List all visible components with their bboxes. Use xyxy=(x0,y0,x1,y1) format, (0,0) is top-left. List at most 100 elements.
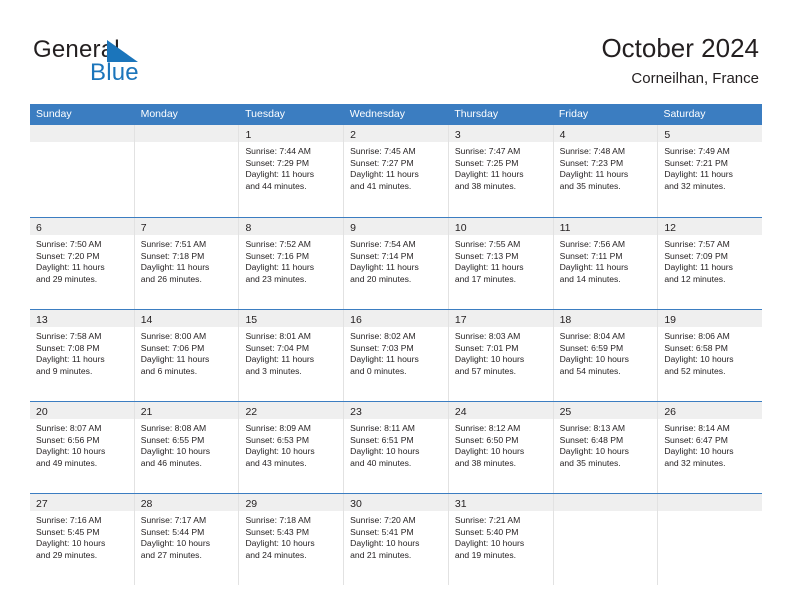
day-sun-info: Sunrise: 7:50 AM Sunset: 7:20 PM Daylight:… xyxy=(30,235,134,285)
weekday-header-saturday: Saturday xyxy=(663,108,706,120)
day-cell[interactable]: 3 Sunrise: 7:47 AM Sunset: 7:25 PM Daylight… xyxy=(447,125,553,217)
day-number: 3 xyxy=(454,129,461,141)
daylight-text-line1: Daylight: 10 hours xyxy=(664,354,734,365)
title-block: October 2024 Corneilhan, France xyxy=(601,32,759,90)
day-number-band: 22 xyxy=(239,402,344,419)
sunrise-text: Sunrise: 7:49 AM xyxy=(664,146,730,156)
day-sun-info: Sunrise: 7:18 AM Sunset: 5:43 PM Daylight:… xyxy=(239,511,343,561)
sunset-text: Sunset: 7:14 PM xyxy=(350,250,414,261)
day-number: 22 xyxy=(245,406,258,418)
day-cell[interactable]: 7 Sunrise: 7:51 AM Sunset: 7:18 PM Daylight… xyxy=(133,218,239,309)
day-number-band: 18 xyxy=(553,310,658,327)
sunrise-text: Sunrise: 8:12 AM xyxy=(454,423,521,433)
day-cell[interactable]: 11 Sunrise: 7:56 AM Sunset: 7:11 PM Dayligh… xyxy=(552,218,658,309)
day-number-band: 24 xyxy=(448,402,553,419)
daylight-text-line1: Daylight: 11 hours xyxy=(140,262,210,273)
sunset-text: Sunset: 7:29 PM xyxy=(245,157,309,168)
day-cell[interactable]: 13 Sunrise: 7:58 AM Sunset: 7:08 PM Dayligh… xyxy=(30,310,134,401)
day-cell[interactable]: 31 Sunrise: 7:21 AM Sunset: 5:40 PM Dayligh… xyxy=(447,494,553,585)
day-sun-info: Sunrise: 7:48 AM Sunset: 7:23 PM Daylight:… xyxy=(554,142,658,192)
sunrise-text: Sunrise: 8:14 AM xyxy=(664,423,730,433)
day-sun-info: Sunrise: 7:45 AM Sunset: 7:27 PM Daylight:… xyxy=(344,142,448,192)
day-cell[interactable]: 5 Sunrise: 7:49 AM Sunset: 7:21 PM Daylight… xyxy=(657,125,763,217)
day-number-band: 13 xyxy=(30,310,134,327)
day-number: 17 xyxy=(454,314,467,326)
day-sun-info: Sunrise: 8:07 AM Sunset: 6:56 PM Daylight:… xyxy=(30,419,134,469)
day-cell[interactable]: 27 Sunrise: 7:16 AM Sunset: 5:45 PM Dayligh… xyxy=(30,494,134,585)
day-number-band xyxy=(553,494,658,511)
day-sun-info: Sunrise: 8:08 AM Sunset: 6:55 PM Daylight:… xyxy=(135,419,239,469)
daylight-text-line2: and 23 minutes. xyxy=(245,273,307,284)
day-sun-info: Sunrise: 7:16 AM Sunset: 5:45 PM Daylight:… xyxy=(30,511,134,561)
page-subtitle: Corneilhan, France xyxy=(631,70,759,87)
sunrise-text: Sunrise: 7:16 AM xyxy=(36,515,102,525)
daylight-text-line1: Daylight: 11 hours xyxy=(245,262,315,273)
daylight-text-line1: Daylight: 11 hours xyxy=(559,262,629,273)
day-number-band: 20 xyxy=(30,402,134,419)
day-number-band: 23 xyxy=(344,402,448,419)
sunrise-text: Sunrise: 8:11 AM xyxy=(350,423,415,433)
day-sun-info: Sunrise: 8:02 AM Sunset: 7:03 PM Daylight:… xyxy=(344,327,448,377)
day-cell[interactable]: 29 Sunrise: 7:18 AM Sunset: 5:43 PM Dayligh… xyxy=(238,494,344,585)
sunset-text: Sunset: 6:55 PM xyxy=(140,434,205,445)
daylight-text-line2: and 57 minutes. xyxy=(454,365,517,376)
day-cell[interactable]: 12 Sunrise: 7:57 AM Sunset: 7:09 PM Dayligh… xyxy=(657,218,763,309)
daylight-text-line2: and 32 minutes. xyxy=(664,180,726,191)
day-number-band: 14 xyxy=(134,310,239,327)
daylight-text-line1: Daylight: 11 hours xyxy=(454,169,524,180)
day-cell[interactable]: 26 Sunrise: 8:14 AM Sunset: 6:47 PM Dayligh… xyxy=(657,402,763,493)
day-number-band: 30 xyxy=(344,494,448,511)
day-sun-info: Sunrise: 7:51 AM Sunset: 7:18 PM Daylight:… xyxy=(135,235,239,285)
day-sun-info: Sunrise: 7:54 AM Sunset: 7:14 PM Daylight:… xyxy=(344,235,448,285)
day-cell[interactable]: 14 Sunrise: 8:00 AM Sunset: 7:06 PM Dayligh… xyxy=(133,310,239,401)
day-cell[interactable]: 8 Sunrise: 7:52 AM Sunset: 7:16 PM Daylight… xyxy=(238,218,344,309)
day-cell[interactable]: 24 Sunrise: 8:12 AM Sunset: 6:50 PM Dayligh… xyxy=(447,402,553,493)
day-number-band xyxy=(30,125,134,142)
day-number-band: 26 xyxy=(658,402,763,419)
day-cell[interactable]: 2 Sunrise: 7:45 AM Sunset: 7:27 PM Daylight… xyxy=(343,125,448,217)
day-cell[interactable]: 30 Sunrise: 7:20 AM Sunset: 5:41 PM Dayligh… xyxy=(343,494,448,585)
day-cell[interactable]: 22 Sunrise: 8:09 AM Sunset: 6:53 PM Dayligh… xyxy=(238,402,344,493)
day-number-band: 28 xyxy=(134,494,239,511)
daylight-text-line2: and 29 minutes. xyxy=(36,549,98,560)
daylight-text-line2: and 21 minutes. xyxy=(350,549,412,560)
daylight-text-line2: and 26 minutes. xyxy=(140,273,202,284)
sunset-text: Sunset: 7:20 PM xyxy=(36,250,100,261)
day-cell-empty xyxy=(30,125,134,217)
day-cell[interactable]: 15 Sunrise: 8:01 AM Sunset: 7:04 PM Dayligh… xyxy=(238,310,344,401)
day-sun-info: Sunrise: 8:11 AM Sunset: 6:51 PM Daylight:… xyxy=(344,419,448,469)
day-cell[interactable]: 28 Sunrise: 7:17 AM Sunset: 5:44 PM Dayligh… xyxy=(133,494,239,585)
sunrise-text: Sunrise: 8:13 AM xyxy=(559,423,626,433)
day-cell[interactable]: 23 Sunrise: 8:11 AM Sunset: 6:51 PM Dayligh… xyxy=(343,402,448,493)
day-number-band: 11 xyxy=(553,218,658,235)
sunset-text: Sunset: 7:21 PM xyxy=(664,157,728,168)
day-number: 21 xyxy=(140,406,153,418)
day-cell[interactable]: 9 Sunrise: 7:54 AM Sunset: 7:14 PM Daylight… xyxy=(343,218,448,309)
day-cell[interactable]: 16 Sunrise: 8:02 AM Sunset: 7:03 PM Dayligh… xyxy=(343,310,448,401)
sunset-text: Sunset: 7:04 PM xyxy=(245,342,309,353)
sunset-text: Sunset: 6:47 PM xyxy=(664,434,728,445)
daylight-text-line1: Daylight: 10 hours xyxy=(454,538,525,549)
day-cell[interactable]: 19 Sunrise: 8:06 AM Sunset: 6:58 PM Dayligh… xyxy=(657,310,763,401)
day-cell[interactable]: 25 Sunrise: 8:13 AM Sunset: 6:48 PM Dayligh… xyxy=(552,402,658,493)
sunrise-text: Sunrise: 7:57 AM xyxy=(664,239,730,249)
sunrise-text: Sunrise: 7:44 AM xyxy=(245,146,311,156)
day-cell[interactable]: 1 Sunrise: 7:44 AM Sunset: 7:29 PM Daylight… xyxy=(238,125,344,217)
day-cell[interactable]: 18 Sunrise: 8:04 AM Sunset: 6:59 PM Dayligh… xyxy=(552,310,658,401)
day-cell[interactable]: 6 Sunrise: 7:50 AM Sunset: 7:20 PM Daylight… xyxy=(30,218,134,309)
day-cell[interactable]: 21 Sunrise: 8:08 AM Sunset: 6:55 PM Dayligh… xyxy=(133,402,239,493)
sunrise-text: Sunrise: 8:02 AM xyxy=(350,331,416,341)
day-sun-info: Sunrise: 8:06 AM Sunset: 6:58 PM Daylight:… xyxy=(658,327,762,377)
day-cell[interactable]: 20 Sunrise: 8:07 AM Sunset: 6:56 PM Dayligh… xyxy=(30,402,134,493)
day-cell[interactable]: 17 Sunrise: 8:03 AM Sunset: 7:01 PM Dayligh… xyxy=(447,310,553,401)
sunset-text: Sunset: 7:13 PM xyxy=(454,250,519,261)
day-number-band: 25 xyxy=(553,402,658,419)
weekday-header-wednesday: Wednesday xyxy=(349,108,405,120)
day-number: 25 xyxy=(559,406,572,418)
daylight-text-line2: and 3 minutes. xyxy=(245,365,302,376)
sunset-text: Sunset: 7:09 PM xyxy=(664,250,728,261)
day-cell[interactable]: 4 Sunrise: 7:48 AM Sunset: 7:23 PM Daylight… xyxy=(552,125,658,217)
day-cell[interactable]: 10 Sunrise: 7:55 AM Sunset: 7:13 PM Dayligh… xyxy=(447,218,553,309)
weekday-header-friday: Friday xyxy=(558,108,589,120)
calendar-page: General Blue October 2024 Corneilhan, Fr… xyxy=(0,0,792,612)
